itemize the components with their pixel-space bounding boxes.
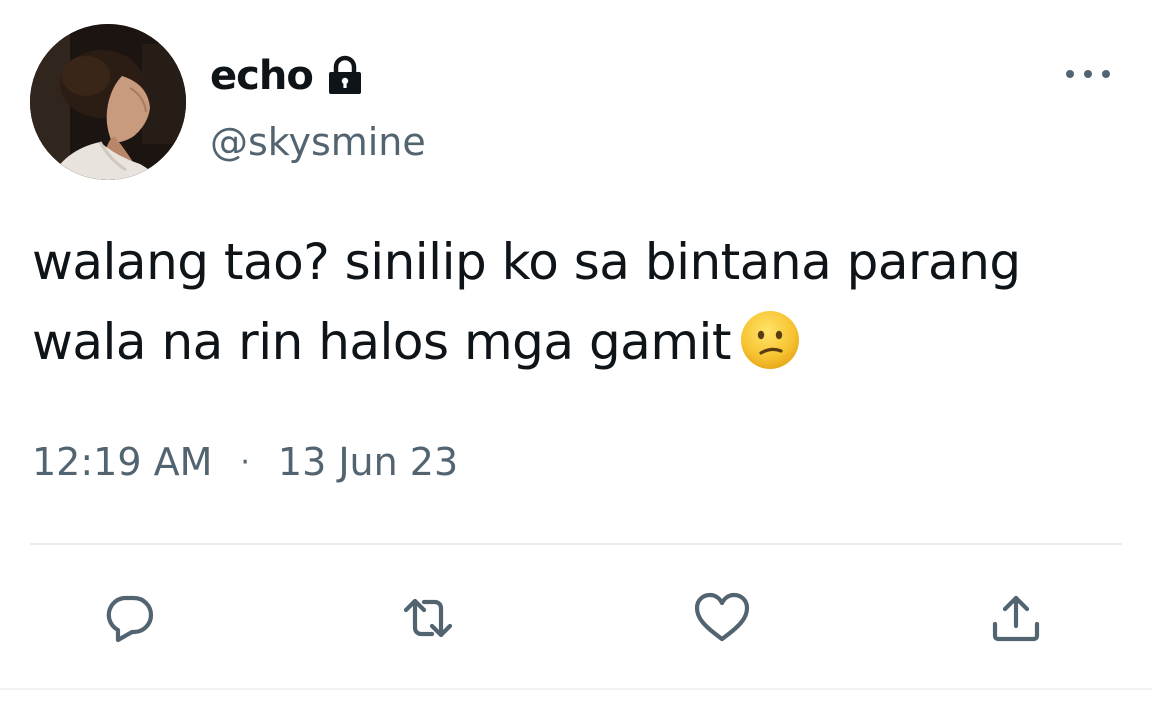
tweet-date: 13 Jun 23 bbox=[277, 440, 459, 484]
divider bbox=[30, 543, 1122, 545]
tweet-text-line: walang tao? sinilip ko sa bintana parang bbox=[32, 233, 1021, 291]
action-bar bbox=[0, 588, 1152, 648]
more-dot bbox=[1084, 70, 1092, 78]
user-handle[interactable]: @skysmine bbox=[210, 120, 426, 164]
speech-bubble-icon bbox=[106, 595, 154, 643]
tweet-text-line-content: wala na rin halos mga gamit bbox=[32, 313, 732, 371]
more-options-icon[interactable] bbox=[1066, 62, 1110, 86]
confused-face-emoji-icon bbox=[739, 309, 801, 371]
retweet-button[interactable] bbox=[398, 588, 458, 648]
share-button[interactable] bbox=[986, 588, 1046, 648]
tweet-timestamp[interactable]: 12:19 AM · 13 Jun 23 bbox=[32, 440, 458, 484]
more-dot bbox=[1102, 70, 1110, 78]
retweet-arrows-icon bbox=[403, 598, 453, 638]
bottom-divider bbox=[0, 688, 1152, 690]
reply-button[interactable] bbox=[100, 588, 160, 648]
avatar[interactable] bbox=[30, 24, 186, 180]
meta-separator: · bbox=[240, 444, 250, 480]
heart-icon bbox=[694, 592, 750, 642]
avatar-photo bbox=[30, 24, 186, 180]
user-name-row: echo bbox=[210, 48, 367, 104]
tweet-text-line: wala na rin halos mga gamit bbox=[32, 302, 1122, 382]
display-name[interactable]: echo bbox=[210, 53, 314, 99]
like-button[interactable] bbox=[692, 588, 752, 648]
more-dot bbox=[1066, 70, 1074, 78]
tweet-time: 12:19 AM bbox=[32, 440, 213, 484]
tweet-text: walang tao? sinilip ko sa bintana parang… bbox=[32, 222, 1122, 382]
lock-icon bbox=[323, 54, 367, 98]
share-upload-icon bbox=[992, 595, 1040, 642]
